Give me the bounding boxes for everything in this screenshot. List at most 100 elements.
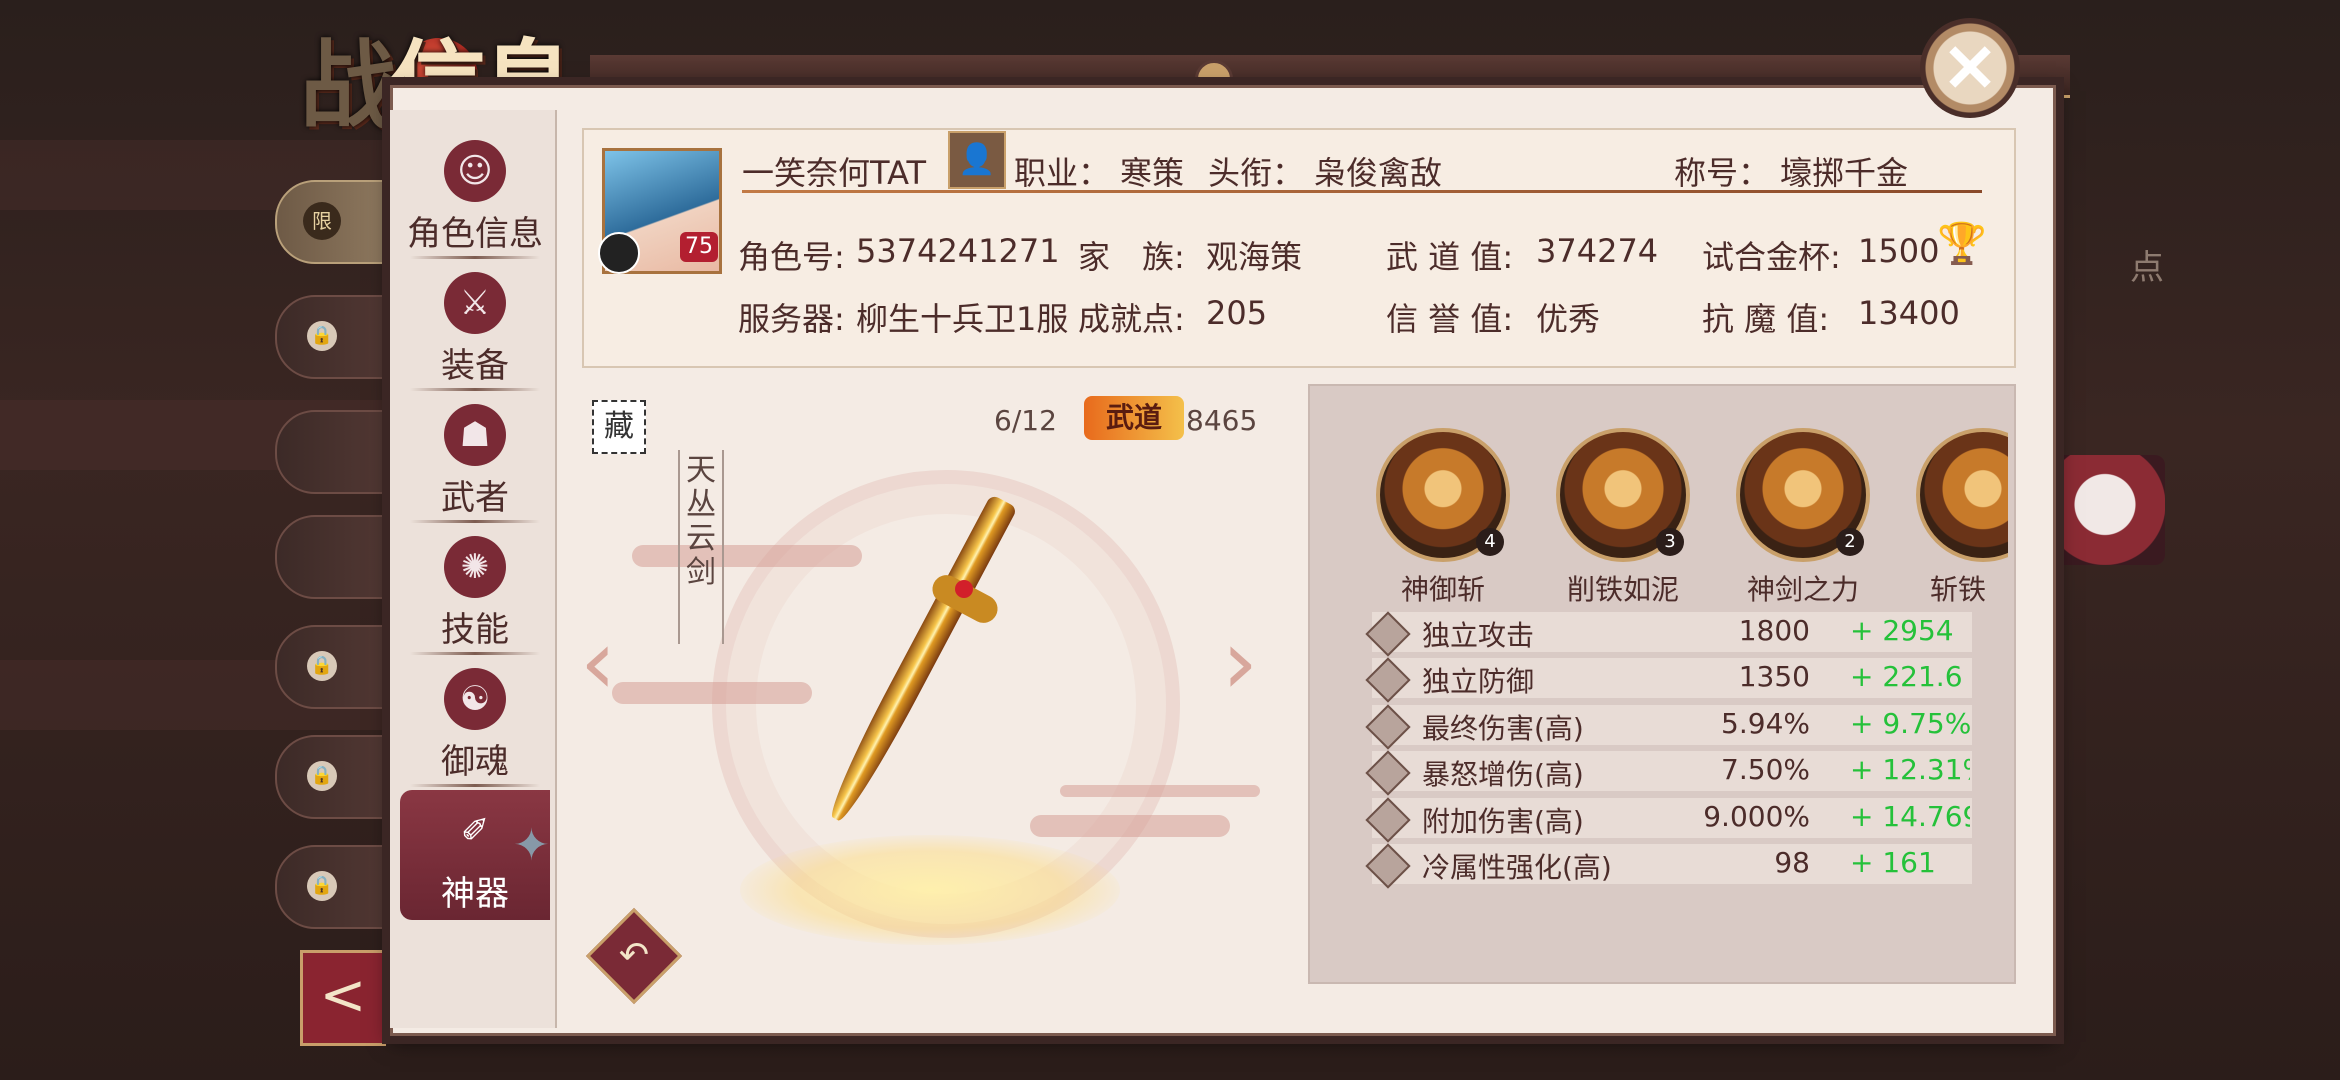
- nav-item-warrior[interactable]: ☗ 武者: [400, 394, 550, 523]
- family-value: 观海策: [1206, 238, 1303, 276]
- credit-value: 优秀: [1536, 300, 1601, 338]
- limit-badge: 限: [303, 202, 341, 240]
- nav-item-label: 御魂: [441, 742, 509, 782]
- next-artifact-arrow[interactable]: ›: [1222, 610, 1258, 715]
- cloud-decoration: [1030, 815, 1230, 837]
- stat-name: 独立防御: [1422, 665, 1535, 698]
- trial-cup-value: 1500: [1858, 232, 1940, 270]
- nav-item-label: 技能: [441, 610, 509, 650]
- skill-icon: ✺: [444, 536, 506, 598]
- nav-item-soul[interactable]: ☯ 御魂: [400, 658, 550, 787]
- background-right-text: 点: [2130, 248, 2164, 288]
- nav-item-label: 神器: [441, 874, 509, 914]
- lock-icon: 🔒: [307, 871, 337, 901]
- trial-cup-label: 试合金杯:: [1702, 238, 1841, 276]
- wudao-flame-badge: 武道: [1084, 396, 1184, 440]
- stat-name: 独立攻击: [1422, 619, 1535, 652]
- nav-item-equipment[interactable]: ⚔ 装备: [400, 262, 550, 391]
- job-label: 职业：: [1014, 154, 1111, 192]
- stat-base: 7.50%: [1721, 753, 1810, 786]
- skill-name: 削铁如泥: [1566, 573, 1679, 606]
- skill-slot[interactable]: 斩铁: [1916, 428, 2008, 608]
- stat-bonus: + 2954: [1850, 614, 1954, 647]
- qq-penguin-icon: [598, 232, 640, 274]
- honor-value: 壕掷千金: [1780, 154, 1909, 192]
- background-mascot: [2045, 455, 2165, 565]
- skill-level: 4: [1476, 528, 1504, 556]
- artifact-wudao-value: 8465: [1186, 404, 1258, 437]
- stat-row: 独立攻击 1800 + 2954: [1365, 611, 1972, 657]
- nav-item-label: 装备: [441, 346, 509, 386]
- credit-label: 信 誉 值:: [1386, 300, 1514, 338]
- stat-base: 1800: [1738, 614, 1810, 647]
- wudao-value: 374274: [1536, 232, 1659, 270]
- skill-orb-icon: [1916, 428, 2008, 562]
- nav-item-label: 武者: [441, 478, 509, 518]
- stat-row: 冷属性强化(高) 98 + 161: [1365, 843, 1972, 889]
- stat-base: 98: [1774, 846, 1810, 879]
- demon-resist-label: 抗 魔 值:: [1702, 300, 1830, 338]
- attack-icon: [1365, 611, 1411, 657]
- stat-name: 附加伤害(高): [1422, 805, 1584, 838]
- skill-name: 神御斩: [1400, 573, 1485, 606]
- rage-damage-icon: [1365, 750, 1411, 796]
- job-value: 寒策: [1120, 154, 1185, 192]
- equipment-icon: ⚔: [444, 272, 506, 334]
- lock-icon: 🔒: [307, 321, 337, 351]
- nav-item-label: 角色信息: [407, 214, 543, 254]
- artifact-glow: [740, 835, 1120, 945]
- role-id-label: 角色号:: [738, 238, 845, 276]
- collection-badge[interactable]: 藏: [592, 400, 646, 454]
- rank-value: 枭俊禽敌: [1314, 154, 1443, 192]
- defense-icon: [1365, 657, 1411, 703]
- skill-slot[interactable]: 4 神御斩: [1376, 428, 1510, 608]
- family-label: 家 族:: [1078, 238, 1185, 276]
- artifact-icon: ✐: [460, 811, 490, 851]
- final-damage-icon: [1365, 704, 1411, 750]
- soul-icon: ☯: [444, 668, 506, 730]
- stat-name: 冷属性强化(高): [1422, 851, 1612, 884]
- stat-name: 最终伤害(高): [1422, 712, 1584, 745]
- stat-row: 暴怒增伤(高) 7.50% + 12.31%: [1365, 750, 1972, 796]
- add-friend-button[interactable]: 👤: [948, 131, 1006, 189]
- skill-orb-icon: 3: [1556, 428, 1690, 562]
- skill-slot[interactable]: 2 神剑之力: [1736, 428, 1870, 608]
- nav-item-character[interactable]: ☺ 角色信息: [400, 130, 550, 259]
- skill-slot[interactable]: 3 削铁如泥: [1556, 428, 1690, 608]
- stat-row: 最终伤害(高) 5.94% + 9.75%: [1365, 704, 1972, 750]
- stat-base: 5.94%: [1721, 707, 1810, 740]
- honor-label: 称号：: [1674, 154, 1771, 192]
- close-button[interactable]: ✕: [1920, 18, 2020, 118]
- side-nav: ☺ 角色信息 ⚔ 装备 ☗ 武者 ✺ 技能 ☯ 御魂 ✐ 神器: [390, 110, 557, 1028]
- stat-bonus: + 12.31%: [1850, 753, 1970, 786]
- skill-orb-icon: 2: [1736, 428, 1870, 562]
- trophy-icon: 🏆: [1937, 221, 1987, 267]
- rank-label: 头衔：: [1208, 154, 1305, 192]
- wudao-label: 武 道 值:: [1386, 238, 1514, 276]
- achievement-value: 205: [1206, 294, 1268, 332]
- stat-name: 暴怒增伤(高): [1422, 758, 1584, 791]
- lock-icon: 🔒: [307, 761, 337, 791]
- skill-level: 2: [1836, 528, 1864, 556]
- stat-bonus: + 161: [1850, 846, 1936, 879]
- stat-row: 独立防御 1350 + 221.6: [1365, 657, 1972, 703]
- skill-orb-icon: 4: [1376, 428, 1510, 562]
- achievement-label: 成就点:: [1078, 300, 1185, 338]
- prev-artifact-arrow[interactable]: ‹: [580, 610, 616, 715]
- role-id-value: 5374241271: [856, 232, 1060, 270]
- character-icon: ☺: [444, 140, 506, 202]
- server-label: 服务器:: [738, 300, 845, 338]
- nav-item-skill[interactable]: ✺ 技能: [400, 526, 550, 655]
- cloud-decoration: [632, 545, 862, 567]
- skill-name: 斩铁: [1930, 573, 1987, 606]
- stat-bonus: + 14.769%: [1850, 800, 1970, 833]
- skill-name: 神剑之力: [1746, 573, 1859, 606]
- stat-base: 9.000%: [1703, 800, 1810, 833]
- extra-damage-icon: [1365, 797, 1411, 843]
- lock-icon: 🔒: [307, 651, 337, 681]
- stat-bonus: + 221.6: [1850, 660, 1963, 693]
- header-divider: [742, 190, 1982, 193]
- stat-row: 附加伤害(高) 9.000% + 14.769%: [1365, 797, 1972, 843]
- stat-base: 1350: [1738, 660, 1810, 693]
- shuriken-icon: ✦: [513, 820, 550, 871]
